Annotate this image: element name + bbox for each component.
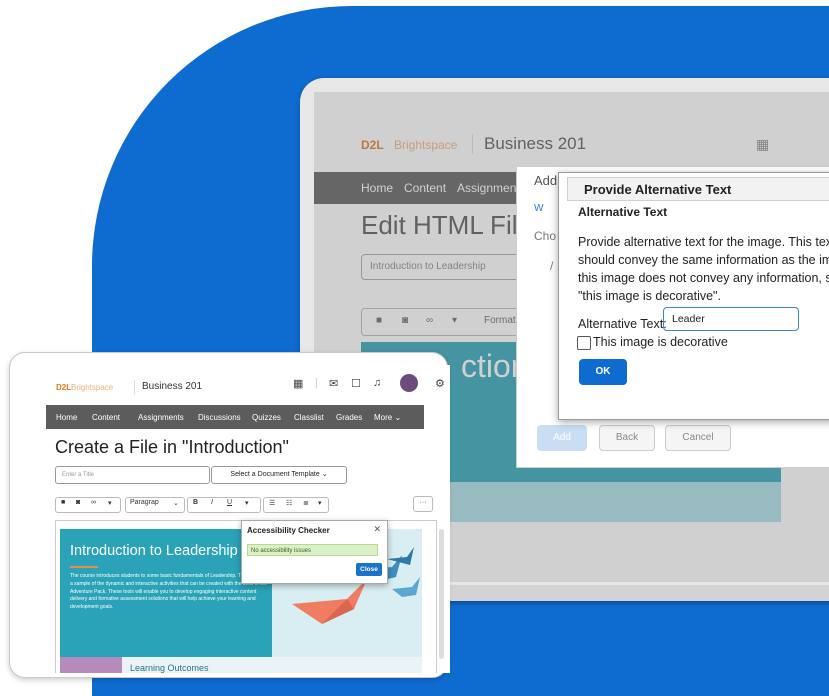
dialog-description: Provide alternative text for the image. … <box>578 233 829 305</box>
close-icon[interactable]: ✕ <box>373 524 381 535</box>
bell-icon[interactable]: ♫ <box>373 377 381 389</box>
description-line: "this image is decorative". <box>578 289 721 303</box>
nav-discussions[interactable]: Discussions <box>198 413 241 422</box>
format-group <box>187 497 261 513</box>
section-heading: Learning Outcomes <box>130 663 209 673</box>
link-icon[interactable]: ∞ <box>91 499 96 506</box>
checker-close-button[interactable]: Close <box>356 563 382 576</box>
dialog-header: Provide Alternative Text <box>567 177 829 201</box>
dialog-title: Provide Alternative Text <box>584 182 732 197</box>
nav-assignments[interactable]: Assignments <box>138 413 184 422</box>
course-title[interactable]: Business 201 <box>142 381 202 392</box>
title-input[interactable]: Enter a Title <box>55 466 210 484</box>
more-options-button[interactable]: ··· <box>413 496 433 512</box>
list-icon[interactable]: ≣ <box>303 499 309 507</box>
accessibility-checker-popup: Accessibility Checker ✕ No accessibility… <box>241 520 388 584</box>
back-button[interactable]: Back <box>599 425 655 451</box>
chevron-down-icon: ⌄ <box>173 500 179 507</box>
description-line: Provide alternative text for the image. … <box>578 235 829 249</box>
bold-button[interactable]: B <box>193 499 198 506</box>
apps-grid-icon[interactable]: ▦ <box>293 377 303 390</box>
path-slash: / <box>550 259 554 273</box>
page-title: Create a File in "Introduction" <box>55 437 289 457</box>
ok-button[interactable]: OK <box>579 359 627 385</box>
editor-scrollbar[interactable] <box>439 529 444 659</box>
chevron-down-icon[interactable]: ▾ <box>108 499 112 507</box>
hero-accent-bar <box>70 566 98 568</box>
header-divider: | <box>315 377 318 389</box>
paragraph-label: Paragrap <box>130 499 159 506</box>
nav-content[interactable]: Content <box>92 413 120 422</box>
tablet-navbar: Home Content Assignments Discussions Qui… <box>46 405 424 429</box>
description-line: should convey the same information as th… <box>578 253 829 267</box>
d2l-logo: D2L <box>56 383 72 392</box>
add-button[interactable]: Add <box>537 425 587 451</box>
hero-heading: Introduction to Leadership <box>70 543 238 559</box>
nav-more[interactable]: More ⌄ <box>374 413 401 422</box>
italic-button[interactable]: I <box>211 499 213 506</box>
avatar[interactable] <box>400 374 418 392</box>
header-divider <box>134 380 135 394</box>
alt-text-input[interactable]: Leader <box>663 307 799 331</box>
nav-classlist[interactable]: Classlist <box>294 413 324 422</box>
video-icon[interactable]: ■ <box>61 499 65 506</box>
align-icon[interactable]: ☰ <box>269 499 275 507</box>
tablet-frame: D2L Brightspace Business 201 ▦ | ✉ ☐ ♫ ⚙… <box>9 352 450 678</box>
chat-icon[interactable]: ☐ <box>351 377 361 390</box>
underline-button[interactable]: U <box>227 499 232 506</box>
editor-toolbar: ■ ◙ ∞ ▾ Paragrap ⌄ B I U ▾ ☰ ☷ ≣ ▾ <box>55 497 381 513</box>
description-line: this image does not convey any informati… <box>578 271 829 285</box>
chevron-down-icon[interactable]: ▾ <box>245 499 249 507</box>
choose-label: Cho <box>534 229 557 243</box>
indent-icon[interactable]: ☷ <box>286 499 292 507</box>
nav-home[interactable]: Home <box>56 413 77 422</box>
hero-body: The course introduces students to some b… <box>70 573 269 611</box>
chevron-down-icon[interactable]: ▾ <box>318 499 322 507</box>
web-image-link[interactable]: W <box>534 203 543 214</box>
mail-icon[interactable]: ✉ <box>329 377 338 390</box>
select-template-button[interactable]: Select a Document Template ⌄ <box>211 466 347 484</box>
nav-grades[interactable]: Grades <box>336 413 362 422</box>
cancel-button[interactable]: Cancel <box>665 425 731 451</box>
decorative-checkbox[interactable] <box>577 336 591 350</box>
image-icon[interactable]: ◙ <box>76 499 80 506</box>
alt-text-dialog: Provide Alternative Text Alternative Tex… <box>558 172 829 420</box>
section-image <box>60 657 122 673</box>
add-dialog-title: Add <box>534 173 558 188</box>
brightspace-logo: Brightspace <box>71 383 114 392</box>
dialog-subtitle: Alternative Text <box>578 205 668 219</box>
tablet-screen: D2L Brightspace Business 201 ▦ | ✉ ☐ ♫ ⚙… <box>46 365 450 673</box>
alt-text-label: Alternative Text: <box>578 317 667 331</box>
checker-status: No accessibility issues <box>247 544 378 556</box>
checker-title: Accessibility Checker <box>247 526 330 535</box>
decorative-checkbox-label[interactable]: This image is decorative <box>593 335 728 349</box>
gear-icon[interactable]: ⚙ <box>435 377 445 390</box>
learning-outcomes-section: Learning Outcomes <box>60 657 422 673</box>
nav-quizzes[interactable]: Quizzes <box>252 413 281 422</box>
